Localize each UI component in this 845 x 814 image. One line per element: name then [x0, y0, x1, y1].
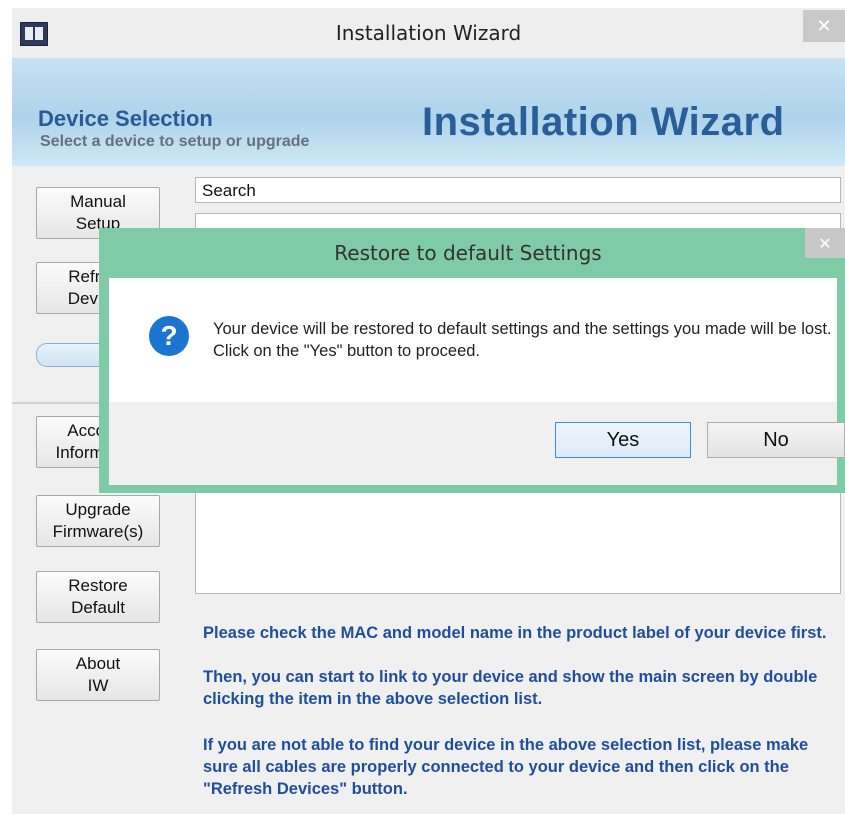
restore-default-button[interactable]: Restore Default: [36, 571, 160, 623]
dialog-close-button[interactable]: ✕: [805, 228, 845, 258]
about-iw-label-line1: About: [75, 654, 121, 673]
no-button[interactable]: No: [707, 422, 845, 458]
restore-default-label-line2: Default: [71, 598, 125, 617]
dialog-titlebar: Restore to default Settings ✕: [109, 228, 845, 278]
yes-button[interactable]: Yes: [555, 422, 691, 458]
info-paragraph-2: Then, you can start to link to your devi…: [203, 668, 818, 708]
dialog-title: Restore to default Settings: [334, 241, 602, 265]
window-close-button[interactable]: ✕: [803, 10, 845, 42]
dialog-body: ? Your device will be restored to defaul…: [109, 278, 837, 402]
restore-default-label-line1: Restore: [68, 576, 128, 595]
info-paragraph-3: If you are not able to find your device …: [203, 736, 809, 798]
banner-title: Device Selection: [38, 106, 213, 131]
question-icon: ?: [149, 316, 189, 356]
banner-subtitle: Select a device to setup or upgrade: [40, 133, 310, 150]
upgrade-firmware-button[interactable]: Upgrade Firmware(s): [36, 495, 160, 547]
about-iw-button[interactable]: About IW: [36, 649, 160, 701]
manual-setup-label-line1: Manual: [70, 192, 126, 211]
window-title: Installation Wizard: [335, 21, 522, 45]
restore-default-dialog: Restore to default Settings ✕ ? Your dev…: [99, 228, 845, 493]
dialog-message: Your device will be restored to default …: [213, 320, 832, 360]
dialog-footer: Yes No: [109, 402, 845, 485]
search-input[interactable]: Search: [195, 177, 841, 203]
window-titlebar: Installation Wizard ✕: [12, 8, 845, 58]
about-iw-label-line2: IW: [87, 676, 109, 695]
banner-logo-text: Installation Wizard: [422, 100, 785, 144]
upgrade-firmware-label-line1: Upgrade: [65, 500, 131, 519]
header-banner: Device Selection Select a device to setu…: [12, 58, 845, 166]
app-icon: [20, 22, 48, 46]
info-paragraph-1: Please check the MAC and model name in t…: [203, 624, 827, 642]
upgrade-firmware-label-line2: Firmware(s): [52, 522, 144, 541]
